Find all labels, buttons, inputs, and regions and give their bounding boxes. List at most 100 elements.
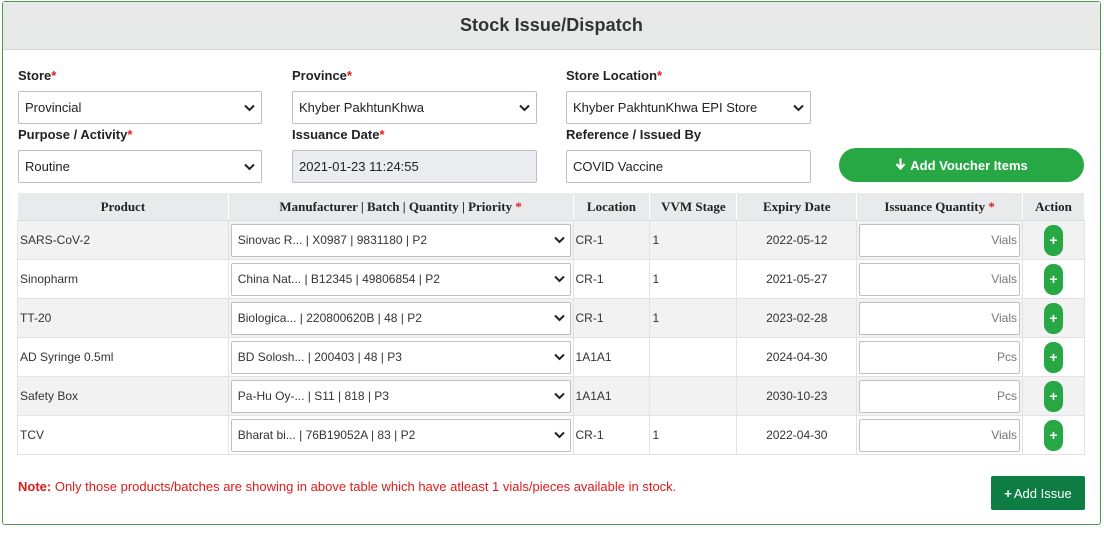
issuance-quantity-input[interactable]: Pcs <box>859 379 1020 413</box>
batch-select[interactable]: Biologica... | 220800620B | 48 | P2 <box>230 301 571 335</box>
batch-select-value: Pa-Hu Oy-... | S11 | 818 | P3 <box>237 389 389 403</box>
reference-input-value: COVID Vaccine <box>573 159 664 174</box>
store-label: Store* <box>18 68 57 83</box>
reference-input[interactable]: COVID Vaccine <box>566 150 811 183</box>
purpose-select[interactable]: Routine <box>18 150 262 183</box>
batch-select-value: Sinovac R... | X0987 | 9831180 | P2 <box>237 233 428 247</box>
issuance-quantity-cell: Vials <box>856 298 1023 338</box>
vvm-stage-cell: 1 <box>649 298 738 338</box>
location-cell: 1A1A1 <box>572 376 651 416</box>
store-select[interactable]: Provincial <box>18 91 262 124</box>
province-label: Province* <box>292 68 352 83</box>
action-cell: + <box>1021 337 1086 377</box>
table-header-row: Product Manufacturer | Batch | Quantity … <box>17 192 1086 221</box>
table-row: Safety Box Pa-Hu Oy-... | S11 | 818 | P3 1… <box>17 376 1086 416</box>
action-cell: + <box>1021 415 1086 455</box>
unit-label: Vials <box>991 272 1017 286</box>
table-row: Sinopharm China Nat... | B12345 | 4980685… <box>17 259 1086 299</box>
location-cell: CR-1 <box>572 220 651 260</box>
expiry-date-cell: 2023-02-28 <box>736 298 858 338</box>
col-batch: Manufacturer | Batch | Quantity | Priori… <box>227 192 574 221</box>
reference-label: Reference / Issued By <box>566 127 702 142</box>
add-voucher-items-button[interactable]: Add Voucher Items <box>839 148 1084 182</box>
col-product: Product <box>17 192 229 221</box>
purpose-select-value: Routine <box>25 159 70 174</box>
unit-label: Vials <box>991 311 1017 325</box>
batch-cell: Biologica... | 220800620B | 48 | P2 <box>227 298 574 338</box>
add-row-button[interactable]: + <box>1043 263 1063 295</box>
issuance-date-label: Issuance Date* <box>292 127 385 142</box>
expiry-date-cell: 2021-05-27 <box>736 259 858 299</box>
plus-icon: + <box>1004 485 1012 501</box>
col-expiry-date: Expiry Date <box>736 192 858 221</box>
add-voucher-items-label: Add Voucher Items <box>910 157 1028 173</box>
product-cell: Sinopharm <box>17 259 229 299</box>
add-issue-label: Add Issue <box>1013 485 1072 501</box>
location-cell: CR-1 <box>572 298 651 338</box>
batch-cell: Sinovac R... | X0987 | 9831180 | P2 <box>227 220 574 260</box>
expiry-date-cell: 2030-10-23 <box>736 376 858 416</box>
issuance-quantity-input[interactable]: Pcs <box>859 340 1020 374</box>
batch-select-value: China Nat... | B12345 | 49806854 | P2 <box>237 272 440 286</box>
col-location: Location <box>572 192 651 221</box>
province-select-value: Khyber PakhtunKhwa <box>299 100 425 115</box>
vvm-stage-cell <box>649 337 738 377</box>
location-cell: CR-1 <box>572 259 651 299</box>
issuance-quantity-input[interactable]: Vials <box>859 418 1020 452</box>
chevron-down-icon <box>554 429 566 441</box>
add-row-button[interactable]: + <box>1043 224 1063 256</box>
store-location-select-value: Khyber PakhtunKhwa EPI Store <box>573 100 758 115</box>
chevron-down-icon <box>518 102 530 114</box>
issuance-quantity-cell: Pcs <box>856 376 1023 416</box>
store-location-select[interactable]: Khyber PakhtunKhwa EPI Store <box>566 91 811 124</box>
add-row-button[interactable]: + <box>1043 341 1063 373</box>
vvm-stage-cell <box>649 376 738 416</box>
product-cell: TCV <box>17 415 229 455</box>
page-title: Stock Issue/Dispatch <box>459 15 644 35</box>
chevron-down-icon <box>554 273 566 285</box>
issuance-date-field[interactable]: 2021-01-23 11:24:55 <box>292 150 537 183</box>
add-row-button[interactable]: + <box>1043 380 1063 412</box>
table-row: SARS-CoV-2 Sinovac R... | X0987 | 9831180… <box>17 220 1086 260</box>
add-issue-button[interactable]: + Add Issue <box>991 476 1085 510</box>
province-select[interactable]: Khyber PakhtunKhwa <box>292 91 537 124</box>
batch-select-value: Bharat bi... | 76B19052A | 83 | P2 <box>237 428 416 442</box>
issuance-quantity-cell: Pcs <box>856 337 1023 377</box>
chevron-down-icon <box>792 102 804 114</box>
batch-select[interactable]: China Nat... | B12345 | 49806854 | P2 <box>230 262 571 296</box>
batch-select[interactable]: Sinovac R... | X0987 | 9831180 | P2 <box>230 223 571 257</box>
chevron-down-icon <box>243 102 255 114</box>
chevron-down-icon <box>554 390 566 402</box>
stock-note: Note: Only those products/batches are sh… <box>18 479 677 494</box>
batch-cell: BD Solosh... | 200403 | 48 | P3 <box>227 337 574 377</box>
issuance-quantity-input[interactable]: Vials <box>859 223 1020 257</box>
issuance-date-value: 2021-01-23 11:24:55 <box>299 159 419 174</box>
chevron-down-icon <box>554 234 566 246</box>
unit-label: Vials <box>991 233 1017 247</box>
col-issuance-quantity: Issuance Quantity * <box>856 192 1023 221</box>
vvm-stage-cell: 1 <box>649 220 738 260</box>
store-location-label: Store Location* <box>566 68 663 83</box>
location-cell: CR-1 <box>572 415 651 455</box>
unit-label: Pcs <box>996 389 1017 403</box>
batch-select[interactable]: BD Solosh... | 200403 | 48 | P3 <box>230 340 571 374</box>
product-cell: AD Syringe 0.5ml <box>17 337 229 377</box>
chevron-down-icon <box>243 161 255 173</box>
issuance-quantity-cell: Vials <box>856 259 1023 299</box>
batch-cell: Pa-Hu Oy-... | S11 | 818 | P3 <box>227 376 574 416</box>
batch-select-value: BD Solosh... | 200403 | 48 | P3 <box>237 350 402 364</box>
batch-select-value: Biologica... | 220800620B | 48 | P2 <box>237 311 422 325</box>
col-action: Action <box>1021 192 1086 221</box>
issuance-quantity-input[interactable]: Vials <box>859 301 1020 335</box>
batch-cell: Bharat bi... | 76B19052A | 83 | P2 <box>227 415 574 455</box>
chevron-down-icon <box>554 312 566 324</box>
batch-select[interactable]: Bharat bi... | 76B19052A | 83 | P2 <box>230 418 571 452</box>
add-row-button[interactable]: + <box>1043 419 1063 451</box>
issuance-quantity-cell: Vials <box>856 220 1023 260</box>
issuance-quantity-cell: Vials <box>856 415 1023 455</box>
issuance-quantity-input[interactable]: Vials <box>859 262 1020 296</box>
arrow-down-icon <box>895 158 906 173</box>
add-row-button[interactable]: + <box>1043 302 1063 334</box>
product-cell: Safety Box <box>17 376 229 416</box>
batch-select[interactable]: Pa-Hu Oy-... | S11 | 818 | P3 <box>230 379 571 413</box>
